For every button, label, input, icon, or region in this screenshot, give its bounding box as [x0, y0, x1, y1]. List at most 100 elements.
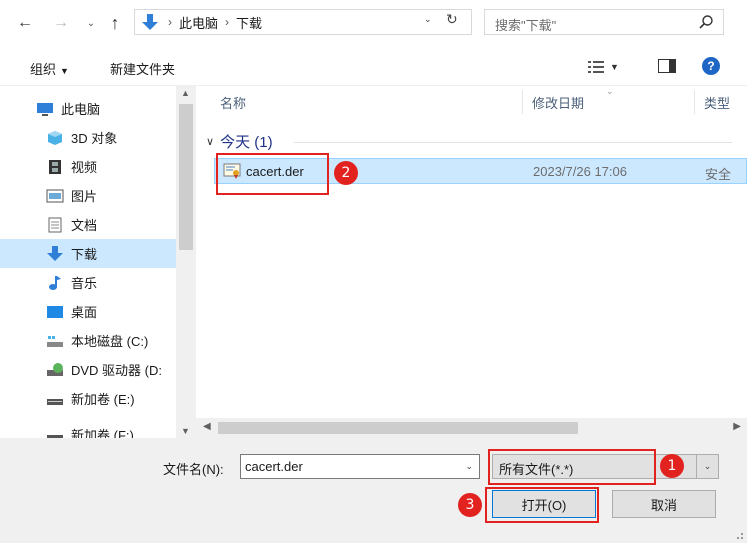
search-icon[interactable]	[698, 14, 714, 30]
refresh-icon[interactable]: ↻	[446, 11, 458, 28]
column-header-date[interactable]: 修改日期	[532, 86, 584, 118]
nav-item-documents[interactable]: 文档	[0, 210, 176, 239]
nav-item-label: 下载	[71, 247, 98, 262]
desktop-icon	[47, 305, 63, 318]
cancel-button[interactable]: 取消	[612, 490, 716, 518]
scroll-right-icon[interactable]: ▶	[733, 421, 741, 432]
file-type-select[interactable]: 所有文件(*.*) ⌄	[492, 454, 719, 479]
nav-item-videos[interactable]: 视频	[0, 152, 176, 181]
new-folder-button[interactable]: 新建文件夹	[110, 59, 175, 78]
help-icon[interactable]: ?	[702, 57, 720, 75]
nav-item-local-disk-c[interactable]: 本地磁盘 (C:)	[0, 326, 176, 355]
monitor-icon	[37, 102, 53, 116]
nav-item-label: 本地磁盘 (C:)	[71, 334, 149, 349]
volume-icon	[47, 398, 63, 405]
scroll-thumb[interactable]	[218, 422, 578, 434]
up-arrow-icon[interactable]: ↑	[104, 12, 126, 34]
column-header-type[interactable]: 类型	[704, 86, 730, 118]
sort-chevron-icon: ⌄	[606, 86, 614, 96]
download-arrow-icon	[47, 245, 63, 261]
chevron-down-icon[interactable]: ⌄	[465, 461, 473, 472]
collapse-chevron-icon: ∨	[206, 135, 215, 148]
nav-item-label: 视频	[71, 160, 98, 175]
breadcrumb-separator[interactable]: ›	[168, 15, 172, 29]
breadcrumb-this-pc[interactable]: 此电脑	[179, 13, 218, 32]
step-badge-2: 2	[334, 161, 358, 185]
film-icon	[49, 159, 61, 174]
file-row[interactable]: cacert.der 2023/7/26 17:06 安全	[214, 158, 747, 184]
preview-pane-icon[interactable]	[658, 59, 676, 73]
nav-item-label: 音乐	[71, 276, 98, 291]
group-divider	[294, 142, 732, 143]
resize-grip-icon[interactable]	[733, 529, 743, 539]
picture-icon	[46, 189, 64, 202]
column-divider[interactable]	[522, 90, 523, 114]
dvd-drive-icon	[47, 362, 63, 376]
caret-down-icon: ▼	[60, 66, 69, 76]
nav-item-label: 3D 对象	[71, 131, 118, 146]
nav-item-volume-e[interactable]: 新加卷 (E:)	[0, 384, 176, 413]
file-type-value: 所有文件(*.*)	[499, 462, 574, 477]
group-label: 今天 (1)	[220, 133, 273, 151]
recent-locations-chevron-icon[interactable]: ⌄	[80, 12, 102, 34]
document-icon	[48, 217, 62, 232]
group-header-today[interactable]: ∨ 今天 (1)	[206, 130, 273, 152]
horizontal-scrollbar[interactable]: ◀ ▶	[196, 418, 747, 438]
address-row: ← → ⌄ ↑ › 此电脑 › 下载 ⌄ ↻ 搜索"下载"	[0, 0, 747, 48]
file-name: cacert.der	[246, 164, 304, 179]
certificate-icon	[223, 163, 241, 179]
drive-icon	[47, 335, 63, 347]
column-divider[interactable]	[694, 90, 695, 114]
filename-label: 文件名(N):	[163, 462, 224, 477]
details-view-icon	[588, 61, 604, 73]
search-input[interactable]: 搜索"下载"	[484, 9, 724, 35]
music-note-icon	[49, 275, 61, 290]
filename-field[interactable]: cacert.der ⌄	[240, 454, 480, 479]
file-modified-date: 2023/7/26 17:06	[533, 164, 627, 179]
organize-label: 组织	[30, 62, 57, 77]
dialog-footer: 文件名(N): cacert.der ⌄ 所有文件(*.*) ⌄ 打开(O) 取…	[0, 438, 747, 543]
step-badge-1: 1	[660, 454, 684, 478]
nav-item-label: 新加卷 (E:)	[71, 392, 135, 407]
scroll-down-icon[interactable]: ▼	[181, 426, 190, 436]
chevron-down-icon[interactable]: ⌄	[696, 455, 718, 478]
nav-item-volume-f[interactable]: 新加卷 (F:)	[0, 420, 176, 438]
nav-item-this-pc[interactable]: 此电脑	[0, 94, 176, 123]
nav-item-label: 图片	[71, 189, 98, 204]
nav-item-desktop[interactable]: 桌面	[0, 297, 176, 326]
nav-item-pictures[interactable]: 图片	[0, 181, 176, 210]
command-toolbar: 组织 ▼ 新建文件夹 ▼ ?	[0, 48, 747, 86]
forward-arrow-icon[interactable]: →	[50, 12, 72, 34]
nav-item-label: 新加卷 (F:)	[71, 428, 134, 438]
address-dropdown-icon[interactable]: ⌄	[424, 14, 432, 25]
nav-item-downloads[interactable]: 下载	[0, 239, 176, 268]
search-placeholder: 搜索"下载"	[495, 18, 557, 33]
back-arrow-icon[interactable]: ←	[14, 12, 36, 34]
address-bar[interactable]: › 此电脑 › 下载	[134, 9, 472, 35]
change-view-button[interactable]: ▼	[588, 58, 632, 76]
nav-item-label: DVD 驱动器 (D:	[71, 363, 163, 378]
breadcrumb-downloads[interactable]: 下载	[236, 13, 262, 32]
open-button[interactable]: 打开(O)	[492, 490, 596, 518]
nav-item-music[interactable]: 音乐	[0, 268, 176, 297]
nav-item-dvd-drive-d[interactable]: DVD 驱动器 (D:	[0, 355, 176, 384]
scroll-up-icon[interactable]: ▲	[181, 88, 190, 98]
cube-icon	[48, 130, 62, 145]
column-header-name[interactable]: 名称	[220, 86, 246, 118]
nav-item-label: 桌面	[71, 305, 98, 320]
navigation-pane: 此电脑 3D 对象 视频 图片 文档 下载 音乐 桌面 本地磁盘 (C:) DV…	[0, 86, 196, 438]
file-type: 安全	[705, 167, 732, 182]
nav-scrollbar[interactable]: ▲ ▼	[176, 86, 196, 438]
nav-item-3d-objects[interactable]: 3D 对象	[0, 123, 176, 152]
filename-value: cacert.der	[245, 459, 303, 474]
scroll-left-icon[interactable]: ◀	[203, 421, 211, 432]
organize-menu[interactable]: 组织 ▼	[30, 59, 69, 78]
scroll-thumb[interactable]	[179, 104, 193, 250]
breadcrumb-separator[interactable]: ›	[225, 15, 229, 29]
download-folder-icon	[142, 14, 158, 30]
nav-item-label: 文档	[71, 218, 98, 233]
volume-icon	[47, 434, 63, 438]
nav-item-label: 此电脑	[61, 102, 101, 117]
file-list: 名称 ⌄ 修改日期 类型 ∨ 今天 (1) cacert.der 2023/7/…	[196, 86, 747, 438]
caret-down-icon: ▼	[610, 62, 619, 72]
